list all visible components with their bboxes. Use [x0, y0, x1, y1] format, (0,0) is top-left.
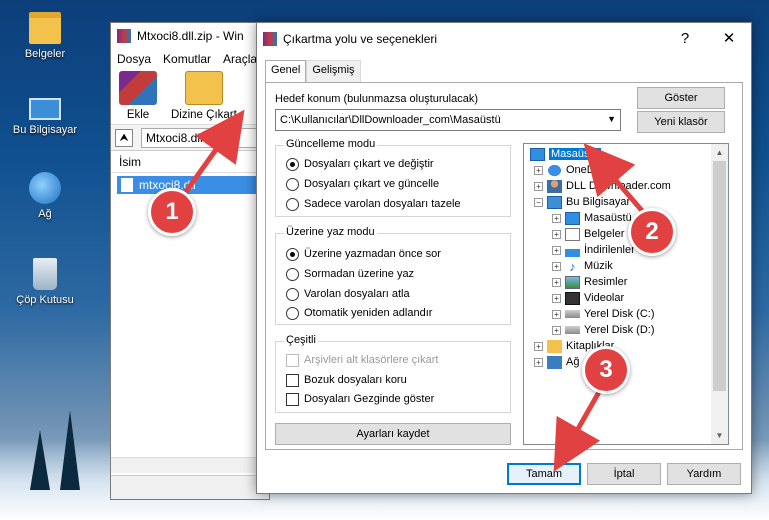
arrow-1 [177, 109, 245, 202]
callout-badge-2: 2 [628, 208, 676, 256]
arrow-3 [553, 383, 606, 472]
callout-badge-3: 3 [582, 346, 630, 394]
callout-badge-1: 1 [148, 188, 196, 236]
callout-arrows [177, 109, 652, 472]
